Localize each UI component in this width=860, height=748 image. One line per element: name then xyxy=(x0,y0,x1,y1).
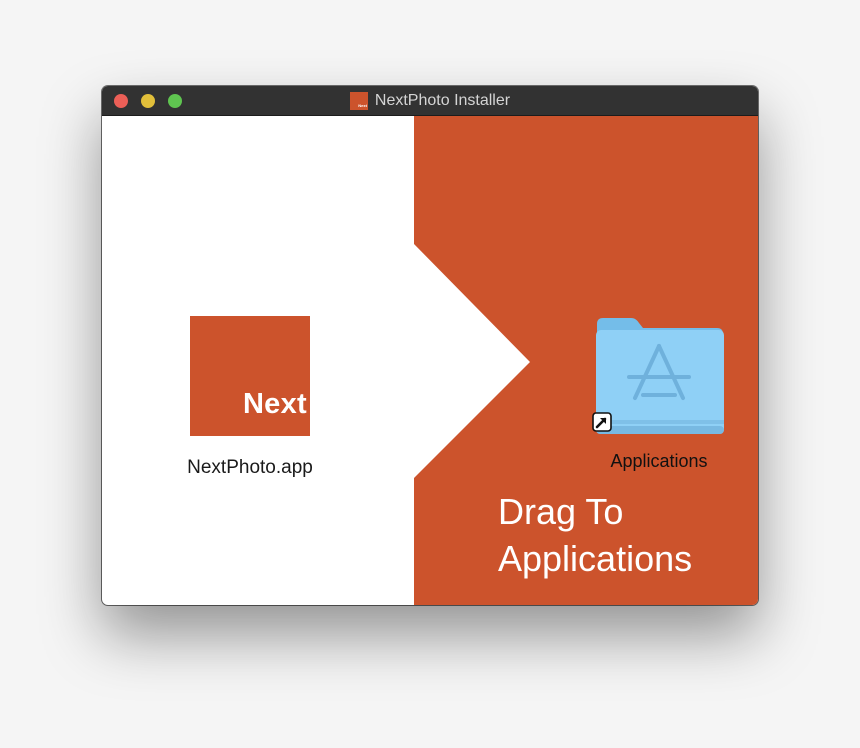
title-icon-label: Next xyxy=(358,103,367,108)
app-icon-label: Next xyxy=(242,388,307,420)
window-title: NextPhoto Installer xyxy=(374,92,511,109)
installer-content: Next NextPhoto.app Applications Drag To … xyxy=(102,116,758,605)
nextphoto-app-icon[interactable]: Next xyxy=(190,316,310,436)
instruction-line-1: Drag To xyxy=(498,491,624,532)
app-name-label: NextPhoto.app xyxy=(187,457,313,478)
instruction-line-2: Applications xyxy=(498,538,693,579)
arrow-shape xyxy=(414,244,530,478)
nextphoto-app-icon: Next xyxy=(349,92,368,110)
window-title-group: Next NextPhoto Installer xyxy=(102,86,758,116)
installer-window: Next NextPhoto Installer Next NextPhoto.… xyxy=(102,86,758,605)
alias-arrow-icon xyxy=(592,412,612,432)
applications-folder-label: Applications xyxy=(610,451,708,471)
title-bar[interactable]: Next NextPhoto Installer xyxy=(102,86,758,116)
